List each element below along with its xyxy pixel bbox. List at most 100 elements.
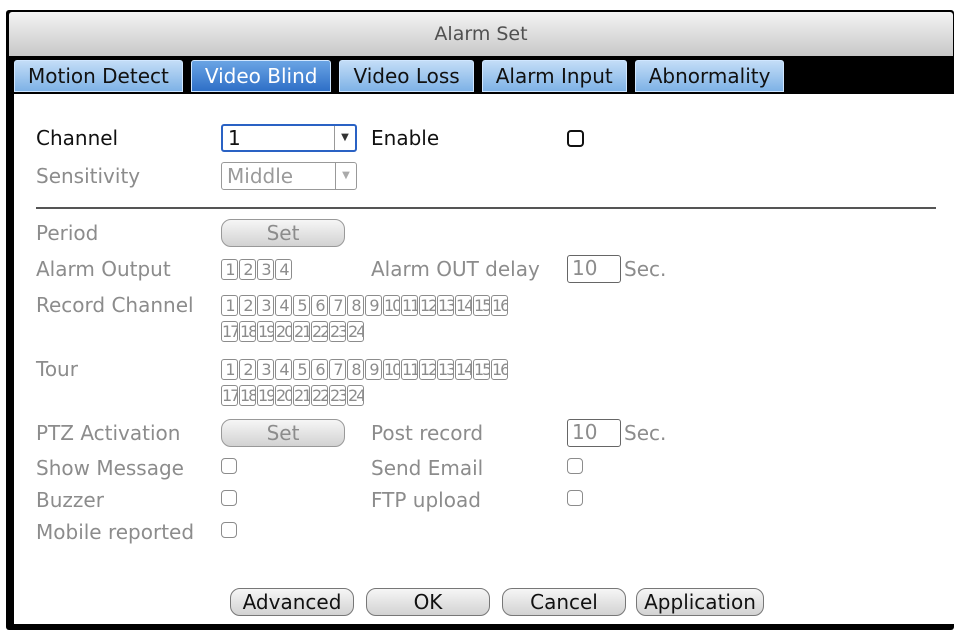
record-channel-24[interactable]: 24 [347, 321, 364, 342]
record-channel-15[interactable]: 15 [473, 295, 490, 316]
record-channel-18[interactable]: 18 [239, 321, 256, 342]
section-divider [36, 207, 936, 209]
tour-8[interactable]: 8 [347, 359, 364, 380]
record-channel-5[interactable]: 5 [293, 295, 310, 316]
tab-video-loss[interactable]: Video Loss [339, 60, 474, 92]
tour-16[interactable]: 16 [491, 359, 508, 380]
alarm-output-channels: 1 2 3 4 [221, 259, 293, 280]
tour-12[interactable]: 12 [419, 359, 436, 380]
record-channel-16[interactable]: 16 [491, 295, 508, 316]
tour-3[interactable]: 3 [257, 359, 274, 380]
ftp-upload-checkbox[interactable] [567, 490, 583, 506]
record-channel-17[interactable]: 17 [221, 321, 238, 342]
enable-label: Enable [371, 126, 440, 150]
tour-2[interactable]: 2 [239, 359, 256, 380]
chevron-down-icon[interactable]: ▼ [334, 126, 355, 150]
tab-motion-detect[interactable]: Motion Detect [14, 60, 183, 92]
tab-video-blind[interactable]: Video Blind [190, 60, 332, 92]
settings-panel: Channel 1 ▼ Enable Sensitivity Middle ▼ … [14, 94, 954, 624]
alarm-output-2[interactable]: 2 [239, 259, 256, 280]
record-channel-21[interactable]: 21 [293, 321, 310, 342]
record-channel-row-1: 1 2 3 4 5 6 7 8 9 10 11 12 13 14 15 16 [221, 295, 509, 316]
record-channel-20[interactable]: 20 [275, 321, 292, 342]
tour-label: Tour [36, 357, 78, 381]
record-channel-3[interactable]: 3 [257, 295, 274, 316]
tour-17[interactable]: 17 [221, 385, 238, 406]
record-channel-label: Record Channel [36, 293, 194, 317]
record-channel-22[interactable]: 22 [311, 321, 328, 342]
tour-23[interactable]: 23 [329, 385, 346, 406]
alarm-out-delay-label: Alarm OUT delay [371, 257, 540, 281]
show-message-label: Show Message [36, 456, 184, 480]
post-record-label: Post record [371, 421, 484, 445]
sensitivity-select[interactable]: Middle ▼ [221, 162, 357, 190]
tour-11[interactable]: 11 [401, 359, 418, 380]
tour-1[interactable]: 1 [221, 359, 238, 380]
tab-abnormality[interactable]: Abnormality [634, 60, 785, 92]
tour-row-1: 1 2 3 4 5 6 7 8 9 10 11 12 13 14 15 16 [221, 359, 509, 380]
mobile-reported-label: Mobile reported [36, 520, 195, 544]
alarm-output-1[interactable]: 1 [221, 259, 238, 280]
record-channel-1[interactable]: 1 [221, 295, 238, 316]
record-channel-8[interactable]: 8 [347, 295, 364, 316]
tour-5[interactable]: 5 [293, 359, 310, 380]
record-channel-7[interactable]: 7 [329, 295, 346, 316]
tour-22[interactable]: 22 [311, 385, 328, 406]
record-channel-11[interactable]: 11 [401, 295, 418, 316]
post-record-input[interactable]: 10 [567, 419, 621, 447]
advanced-button[interactable]: Advanced [230, 588, 354, 616]
ptz-activation-label: PTZ Activation [36, 421, 181, 445]
tour-13[interactable]: 13 [437, 359, 454, 380]
record-channel-19[interactable]: 19 [257, 321, 274, 342]
record-channel-10[interactable]: 10 [383, 295, 400, 316]
sensitivity-value: Middle [227, 164, 294, 188]
post-record-unit: Sec. [624, 421, 667, 445]
channel-label: Channel [36, 126, 119, 150]
record-channel-23[interactable]: 23 [329, 321, 346, 342]
channel-value: 1 [228, 126, 241, 150]
record-channel-14[interactable]: 14 [455, 295, 472, 316]
application-button[interactable]: Application [636, 588, 764, 616]
tab-bar: Motion Detect Video Blind Video Loss Ala… [14, 60, 792, 94]
alarm-output-label: Alarm Output [36, 257, 171, 281]
show-message-checkbox[interactable] [221, 458, 237, 474]
period-label: Period [36, 221, 99, 245]
alarm-output-3[interactable]: 3 [257, 259, 274, 280]
buzzer-label: Buzzer [36, 488, 104, 512]
tour-15[interactable]: 15 [473, 359, 490, 380]
tour-6[interactable]: 6 [311, 359, 328, 380]
tour-19[interactable]: 19 [257, 385, 274, 406]
send-email-checkbox[interactable] [567, 458, 583, 474]
buzzer-checkbox[interactable] [221, 490, 237, 506]
mobile-reported-checkbox[interactable] [221, 522, 237, 538]
period-set-button[interactable]: Set [221, 219, 345, 247]
tour-7[interactable]: 7 [329, 359, 346, 380]
tour-21[interactable]: 21 [293, 385, 310, 406]
tour-4[interactable]: 4 [275, 359, 292, 380]
ptz-set-button[interactable]: Set [221, 419, 345, 447]
tour-24[interactable]: 24 [347, 385, 364, 406]
tour-10[interactable]: 10 [383, 359, 400, 380]
alarm-output-4[interactable]: 4 [275, 259, 292, 280]
tour-20[interactable]: 20 [275, 385, 292, 406]
record-channel-4[interactable]: 4 [275, 295, 292, 316]
enable-checkbox[interactable] [567, 130, 584, 147]
record-channel-12[interactable]: 12 [419, 295, 436, 316]
cancel-button[interactable]: Cancel [502, 588, 626, 616]
record-channel-row-2: 17 18 19 20 21 22 23 24 [221, 321, 365, 342]
record-channel-6[interactable]: 6 [311, 295, 328, 316]
record-channel-2[interactable]: 2 [239, 295, 256, 316]
tour-9[interactable]: 9 [365, 359, 382, 380]
send-email-label: Send Email [371, 456, 484, 480]
tour-18[interactable]: 18 [239, 385, 256, 406]
tour-row-2: 17 18 19 20 21 22 23 24 [221, 385, 365, 406]
tab-alarm-input[interactable]: Alarm Input [481, 60, 627, 92]
tour-14[interactable]: 14 [455, 359, 472, 380]
ok-button[interactable]: OK [366, 588, 490, 616]
dialog-title: Alarm Set [9, 12, 953, 56]
alarm-out-delay-input[interactable]: 10 [567, 255, 621, 283]
record-channel-9[interactable]: 9 [365, 295, 382, 316]
channel-select[interactable]: 1 ▼ [221, 124, 357, 152]
chevron-down-icon[interactable]: ▼ [335, 163, 356, 189]
record-channel-13[interactable]: 13 [437, 295, 454, 316]
